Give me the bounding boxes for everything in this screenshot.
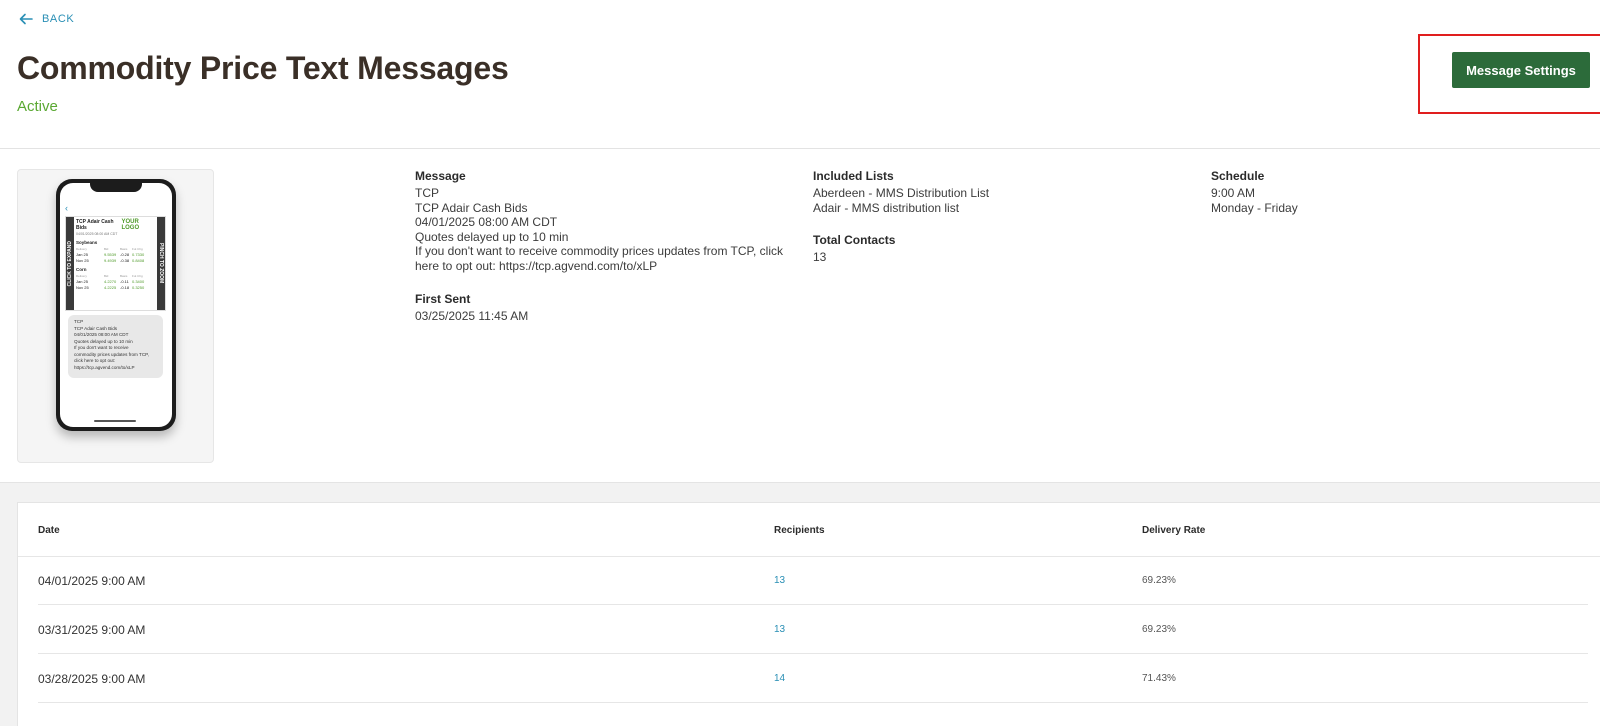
page-title: Commodity Price Text Messages [17,50,509,86]
table-row[interactable]: 04/01/2025 9:00 AM 13 69.23% [18,556,1600,604]
arrow-left-icon [19,13,33,25]
total-contacts-value: 13 [813,250,827,264]
header-divider [0,148,1600,149]
column-header-recipients: Recipients [774,525,825,536]
row-recipients-link[interactable]: 13 [774,575,785,586]
zoom-tab: PINCH TO ZOOM [157,217,165,310]
message-text: TCP TCP Adair Cash Bids 04/01/2025 08:00… [415,186,784,273]
mms-table-row: Nov 25 9.4939 -0.38 0.8408 [76,258,145,263]
back-link[interactable]: BACK [18,11,74,27]
first-sent-label: First Sent [415,292,471,306]
message-preview-card: ‹ CLICK TO EXPAND PINCH TO ZOOM TCP Adai… [17,169,214,463]
back-label: BACK [42,13,75,25]
first-sent-value: 03/25/2025 11:45 AM [415,309,529,323]
total-contacts-label: Total Contacts [813,233,896,247]
mms-table-row: Nov 25 4.2225 -0.18 0.3250 [76,285,145,290]
phone-notch [90,183,142,192]
expand-tab: CLICK TO EXPAND [66,217,74,310]
history-table: Date Recipients Delivery Rate 04/01/2025… [17,502,1600,726]
phone-mockup: ‹ CLICK TO EXPAND PINCH TO ZOOM TCP Adai… [56,179,176,431]
home-indicator [94,420,136,422]
row-date: 03/31/2025 9:00 AM [38,623,146,637]
included-lists-label: Included Lists [813,169,894,183]
phone-screen: ‹ CLICK TO EXPAND PINCH TO ZOOM TCP Adai… [60,183,172,427]
row-date: 04/01/2025 9:00 AM [38,574,146,588]
schedule-time: 9:00 AM [1211,186,1256,200]
table-row[interactable]: 03/28/2025 9:00 AM 14 71.43% [18,654,1600,702]
status-label: Active [17,98,58,115]
row-delivery-rate: 69.23% [1142,575,1176,586]
mms-content: TCP Adair Cash Bids YOUR LOGO 04/01/2025… [76,219,155,291]
chevron-left-icon: ‹ [65,203,68,213]
row-date: 03/28/2025 9:00 AM [38,672,146,686]
mms-date: 04/01/2025 08:00 AM CDT [76,232,118,236]
message-label: Message [415,169,466,183]
row-divider [38,702,1588,703]
row-recipients-link[interactable]: 13 [774,624,785,635]
table-row[interactable]: 03/31/2025 9:00 AM 13 69.23% [18,605,1600,653]
included-lists: Aberdeen - MMS Distribution List Adair -… [813,186,989,215]
row-delivery-rate: 69.23% [1142,624,1176,635]
message-settings-button[interactable]: Message Settings [1452,52,1590,88]
row-recipients-link[interactable]: 14 [774,673,785,684]
schedule-value: 9:00 AM Monday - Friday [1211,186,1298,215]
mms-image[interactable]: CLICK TO EXPAND PINCH TO ZOOM TCP Adair … [65,216,166,311]
mms-title: TCP Adair Cash Bids [76,219,114,231]
schedule-label: Schedule [1211,169,1265,183]
list-item: Aberdeen - MMS Distribution List [813,186,990,200]
column-header-delivery-rate: Delivery Rate [1142,525,1206,536]
column-header-date: Date [38,525,60,536]
row-delivery-rate: 71.43% [1142,673,1176,684]
schedule-days: Monday - Friday [1211,200,1298,215]
mms-logo: YOUR LOGO [121,219,140,231]
sms-bubble: TCP TCP Adair Cash Bids 04/01/2025 08:00… [68,315,163,378]
list-item: Adair - MMS distribution list [813,200,960,215]
